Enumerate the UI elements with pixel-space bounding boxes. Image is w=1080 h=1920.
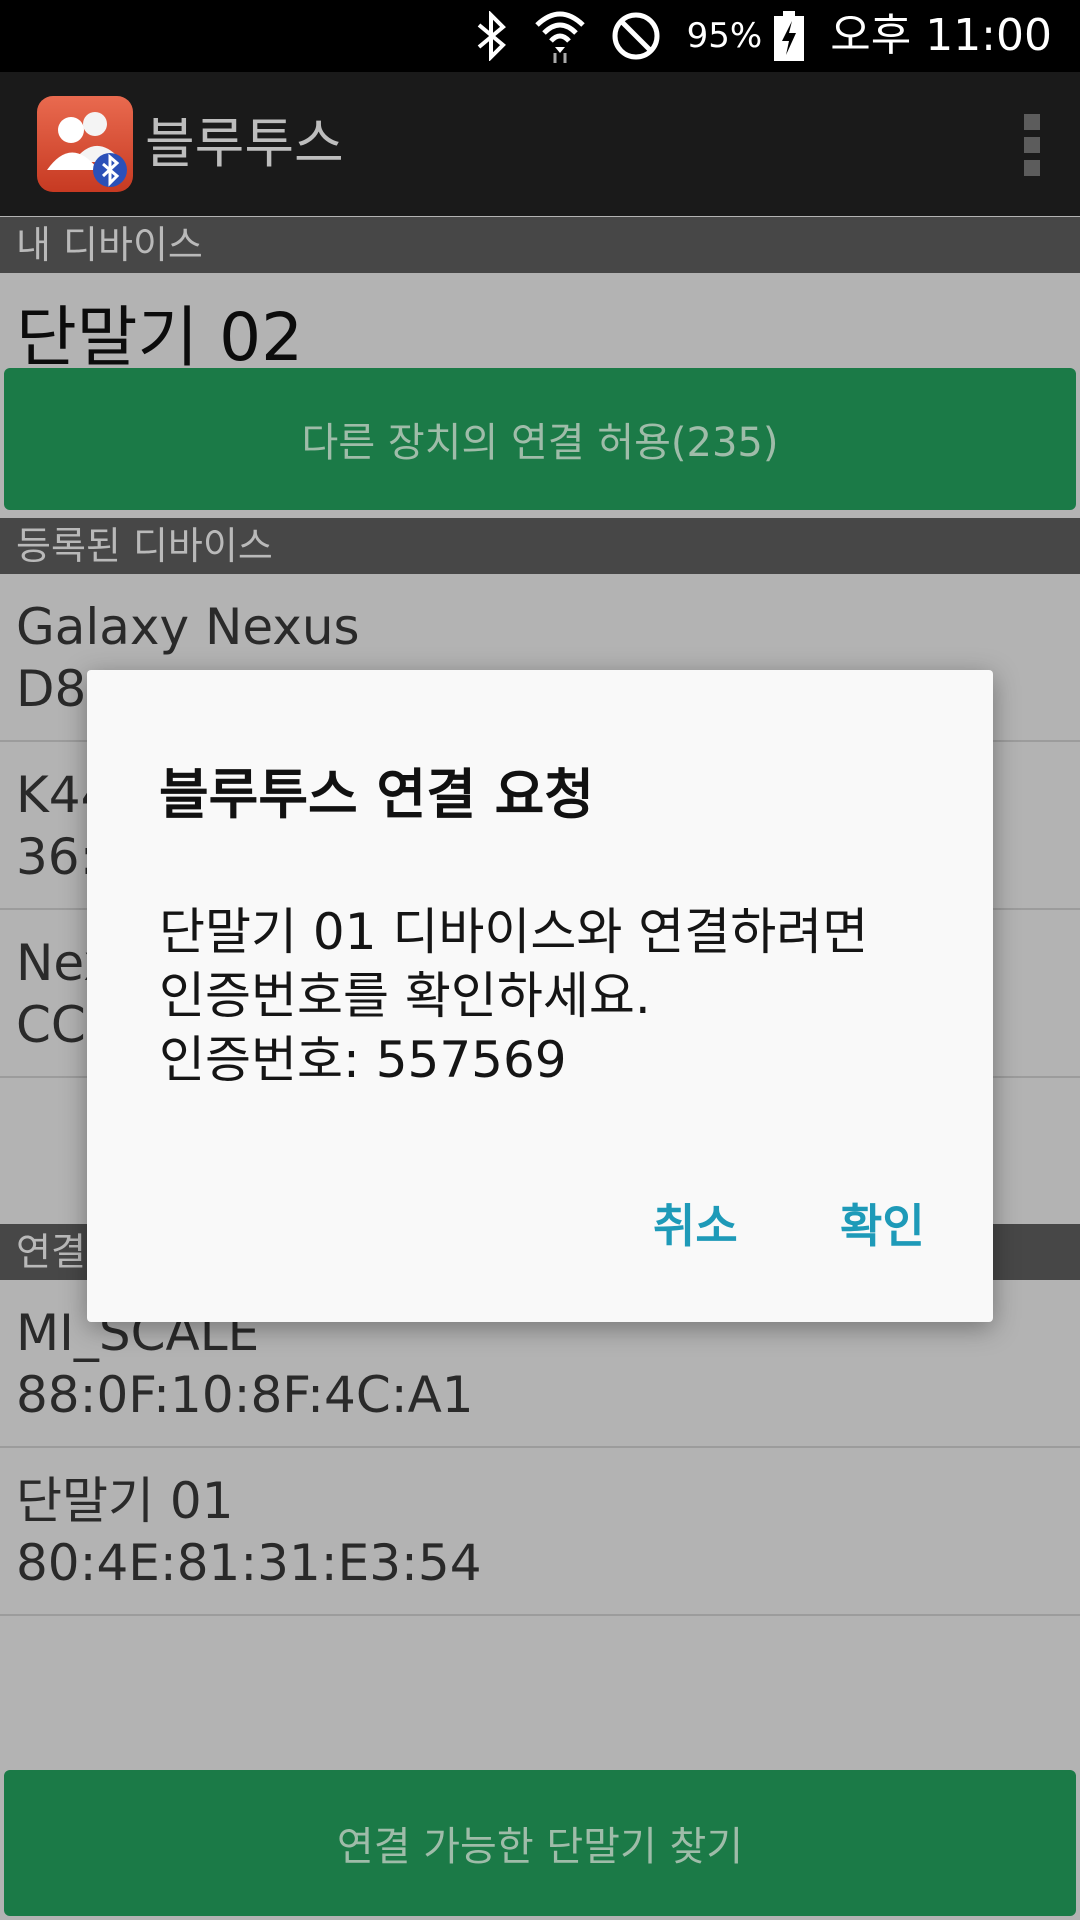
- battery-charging-icon: [774, 9, 805, 63]
- bluetooth-icon: [475, 9, 509, 63]
- dialog-message-line: 인증번호를 확인하세요.: [159, 967, 651, 1025]
- dialog-title: 블루투스 연결 요청: [159, 763, 595, 826]
- dialog-message-line: 단말기 01 디바이스와 연결하려면: [159, 903, 869, 961]
- dialog-message: 단말기 01 디바이스와 연결하려면 인증번호를 확인하세요. 인증번호: 55…: [159, 900, 939, 1092]
- more-vert-icon[interactable]: [1020, 114, 1044, 176]
- app-title: 블루투스: [145, 112, 344, 175]
- battery-percent: 95%: [686, 16, 763, 56]
- cancel-button[interactable]: 취소: [653, 1190, 738, 1256]
- people-bluetooth-icon: [37, 96, 133, 192]
- clock: 오후 11:00: [830, 10, 1052, 61]
- status-bar: 95% 오후 11:00: [0, 0, 1080, 72]
- dialog-message-line: 인증번호: 557569: [159, 1031, 567, 1089]
- do-not-disturb-icon: [611, 9, 661, 63]
- confirm-button[interactable]: 확인: [840, 1190, 925, 1256]
- app-bar: 블루투스: [0, 72, 1080, 216]
- pairing-dialog: 블루투스 연결 요청 단말기 01 디바이스와 연결하려면 인증번호를 확인하세…: [87, 670, 993, 1322]
- wifi-icon: [534, 9, 585, 63]
